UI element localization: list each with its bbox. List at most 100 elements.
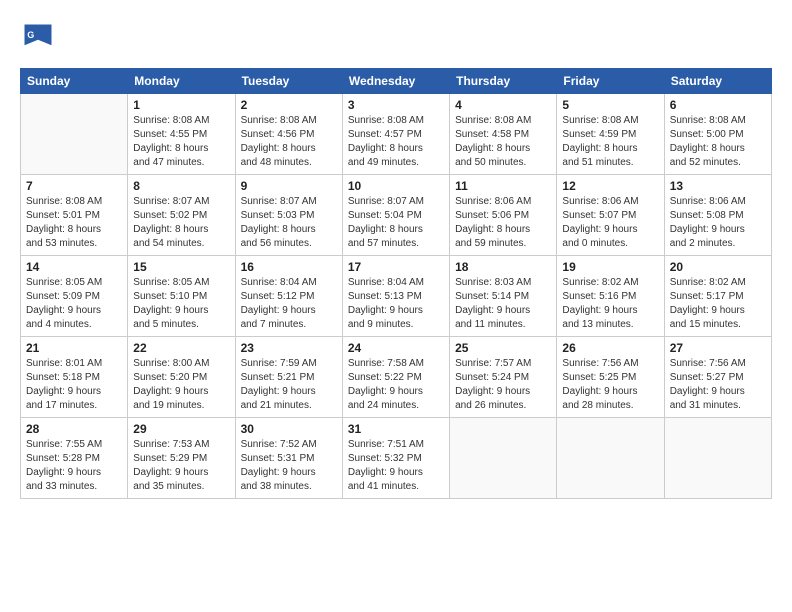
day-number: 4 xyxy=(455,98,551,112)
day-info: Sunrise: 7:59 AMSunset: 5:21 PMDaylight:… xyxy=(241,357,337,413)
day-number: 7 xyxy=(26,179,122,193)
calendar-cell: 11Sunrise: 8:06 AMSunset: 5:06 PMDayligh… xyxy=(450,175,557,256)
day-number: 10 xyxy=(348,179,444,193)
calendar: SundayMondayTuesdayWednesdayThursdayFrid… xyxy=(20,68,772,499)
day-info: Sunrise: 8:06 AMSunset: 5:07 PMDaylight:… xyxy=(562,195,658,251)
week-row: 21 Sunrise: 8:01 AMSunset: 5:18 PMDayligh… xyxy=(21,337,772,418)
day-info: Sunrise: 8:07 AMSunset: 5:02 PMDaylight:… xyxy=(133,195,229,251)
calendar-cell: 2 Sunrise: 8:08 AMSunset: 4:56 PMDaylight… xyxy=(235,94,342,175)
weekday-header: Tuesday xyxy=(235,69,342,94)
calendar-cell: 15Sunrise: 8:05 AMSunset: 5:10 PMDayligh… xyxy=(128,256,235,337)
calendar-cell: 13Sunrise: 8:06 AMSunset: 5:08 PMDayligh… xyxy=(664,175,771,256)
header-row: SundayMondayTuesdayWednesdayThursdayFrid… xyxy=(21,69,772,94)
day-number: 11 xyxy=(455,179,551,193)
day-number: 25 xyxy=(455,341,551,355)
day-info: Sunrise: 7:56 AMSunset: 5:27 PMDaylight:… xyxy=(670,357,766,413)
day-number: 27 xyxy=(670,341,766,355)
calendar-cell xyxy=(21,94,128,175)
page: G SundayMondayTuesdayWednesdayThursdayFr… xyxy=(0,0,792,612)
day-number: 12 xyxy=(562,179,658,193)
day-info: Sunrise: 8:01 AMSunset: 5:18 PMDaylight:… xyxy=(26,357,122,413)
day-info: Sunrise: 8:04 AMSunset: 5:12 PMDaylight:… xyxy=(241,276,337,332)
day-number: 9 xyxy=(241,179,337,193)
calendar-cell: 30Sunrise: 7:52 AMSunset: 5:31 PMDayligh… xyxy=(235,418,342,499)
day-number: 30 xyxy=(241,422,337,436)
calendar-cell: 29Sunrise: 7:53 AMSunset: 5:29 PMDayligh… xyxy=(128,418,235,499)
header: G xyxy=(20,20,772,56)
day-info: Sunrise: 8:08 AMSunset: 5:00 PMDaylight:… xyxy=(670,114,766,170)
day-info: Sunrise: 8:08 AMSunset: 4:57 PMDaylight:… xyxy=(348,114,444,170)
day-number: 17 xyxy=(348,260,444,274)
day-info: Sunrise: 8:08 AMSunset: 4:58 PMDaylight:… xyxy=(455,114,551,170)
day-number: 15 xyxy=(133,260,229,274)
calendar-cell: 26 Sunrise: 7:56 AMSunset: 5:25 PMDayligh… xyxy=(557,337,664,418)
weekday-header: Monday xyxy=(128,69,235,94)
day-info: Sunrise: 8:05 AMSunset: 5:09 PMDaylight:… xyxy=(26,276,122,332)
day-info: Sunrise: 8:08 AMSunset: 5:01 PMDaylight:… xyxy=(26,195,122,251)
day-number: 16 xyxy=(241,260,337,274)
day-info: Sunrise: 8:08 AMSunset: 4:59 PMDaylight:… xyxy=(562,114,658,170)
day-info: Sunrise: 8:04 AMSunset: 5:13 PMDaylight:… xyxy=(348,276,444,332)
day-number: 6 xyxy=(670,98,766,112)
calendar-cell: 23 Sunrise: 7:59 AMSunset: 5:21 PMDayligh… xyxy=(235,337,342,418)
calendar-cell: 10 Sunrise: 8:07 AMSunset: 5:04 PMDayligh… xyxy=(342,175,449,256)
calendar-cell: 16 Sunrise: 8:04 AMSunset: 5:12 PMDayligh… xyxy=(235,256,342,337)
calendar-cell: 18 Sunrise: 8:03 AMSunset: 5:14 PMDayligh… xyxy=(450,256,557,337)
calendar-cell: 1 Sunrise: 8:08 AMSunset: 4:55 PMDaylight… xyxy=(128,94,235,175)
day-info: Sunrise: 7:55 AMSunset: 5:28 PMDaylight:… xyxy=(26,438,122,494)
calendar-cell: 17 Sunrise: 8:04 AMSunset: 5:13 PMDayligh… xyxy=(342,256,449,337)
week-row: 1 Sunrise: 8:08 AMSunset: 4:55 PMDaylight… xyxy=(21,94,772,175)
weekday-header: Saturday xyxy=(664,69,771,94)
day-info: Sunrise: 8:08 AMSunset: 4:56 PMDaylight:… xyxy=(241,114,337,170)
calendar-cell: 19Sunrise: 8:02 AMSunset: 5:16 PMDayligh… xyxy=(557,256,664,337)
day-number: 26 xyxy=(562,341,658,355)
day-number: 29 xyxy=(133,422,229,436)
day-info: Sunrise: 8:07 AMSunset: 5:04 PMDaylight:… xyxy=(348,195,444,251)
calendar-cell: 8Sunrise: 8:07 AMSunset: 5:02 PMDaylight… xyxy=(128,175,235,256)
calendar-cell: 14 Sunrise: 8:05 AMSunset: 5:09 PMDayligh… xyxy=(21,256,128,337)
weekday-header: Sunday xyxy=(21,69,128,94)
calendar-cell: 12 Sunrise: 8:06 AMSunset: 5:07 PMDayligh… xyxy=(557,175,664,256)
calendar-cell: 4 Sunrise: 8:08 AMSunset: 4:58 PMDaylight… xyxy=(450,94,557,175)
day-number: 28 xyxy=(26,422,122,436)
day-number: 18 xyxy=(455,260,551,274)
weekday-header: Thursday xyxy=(450,69,557,94)
general-blue-icon: G xyxy=(20,20,56,56)
day-number: 13 xyxy=(670,179,766,193)
calendar-cell: 25 Sunrise: 7:57 AMSunset: 5:24 PMDayligh… xyxy=(450,337,557,418)
day-info: Sunrise: 8:03 AMSunset: 5:14 PMDaylight:… xyxy=(455,276,551,332)
calendar-cell: 27 Sunrise: 7:56 AMSunset: 5:27 PMDayligh… xyxy=(664,337,771,418)
calendar-cell xyxy=(450,418,557,499)
day-number: 1 xyxy=(133,98,229,112)
weekday-header: Friday xyxy=(557,69,664,94)
calendar-cell: 6 Sunrise: 8:08 AMSunset: 5:00 PMDaylight… xyxy=(664,94,771,175)
day-info: Sunrise: 7:51 AMSunset: 5:32 PMDaylight:… xyxy=(348,438,444,494)
day-info: Sunrise: 7:58 AMSunset: 5:22 PMDaylight:… xyxy=(348,357,444,413)
day-info: Sunrise: 7:56 AMSunset: 5:25 PMDaylight:… xyxy=(562,357,658,413)
day-number: 14 xyxy=(26,260,122,274)
calendar-cell: 3 Sunrise: 8:08 AMSunset: 4:57 PMDaylight… xyxy=(342,94,449,175)
calendar-cell xyxy=(557,418,664,499)
day-info: Sunrise: 8:07 AMSunset: 5:03 PMDaylight:… xyxy=(241,195,337,251)
day-number: 21 xyxy=(26,341,122,355)
day-number: 20 xyxy=(670,260,766,274)
calendar-cell: 5Sunrise: 8:08 AMSunset: 4:59 PMDaylight… xyxy=(557,94,664,175)
day-number: 24 xyxy=(348,341,444,355)
calendar-cell: 28 Sunrise: 7:55 AMSunset: 5:28 PMDayligh… xyxy=(21,418,128,499)
day-info: Sunrise: 8:08 AMSunset: 4:55 PMDaylight:… xyxy=(133,114,229,170)
logo: G xyxy=(20,20,60,56)
day-number: 3 xyxy=(348,98,444,112)
day-info: Sunrise: 8:00 AMSunset: 5:20 PMDaylight:… xyxy=(133,357,229,413)
day-number: 23 xyxy=(241,341,337,355)
calendar-cell: 20 Sunrise: 8:02 AMSunset: 5:17 PMDayligh… xyxy=(664,256,771,337)
day-info: Sunrise: 8:02 AMSunset: 5:16 PMDaylight:… xyxy=(562,276,658,332)
day-number: 2 xyxy=(241,98,337,112)
day-info: Sunrise: 7:57 AMSunset: 5:24 PMDaylight:… xyxy=(455,357,551,413)
calendar-cell: 21 Sunrise: 8:01 AMSunset: 5:18 PMDayligh… xyxy=(21,337,128,418)
day-info: Sunrise: 8:02 AMSunset: 5:17 PMDaylight:… xyxy=(670,276,766,332)
weekday-header: Wednesday xyxy=(342,69,449,94)
calendar-cell: 7 Sunrise: 8:08 AMSunset: 5:01 PMDaylight… xyxy=(21,175,128,256)
week-row: 28 Sunrise: 7:55 AMSunset: 5:28 PMDayligh… xyxy=(21,418,772,499)
calendar-cell: 9 Sunrise: 8:07 AMSunset: 5:03 PMDaylight… xyxy=(235,175,342,256)
week-row: 7 Sunrise: 8:08 AMSunset: 5:01 PMDaylight… xyxy=(21,175,772,256)
